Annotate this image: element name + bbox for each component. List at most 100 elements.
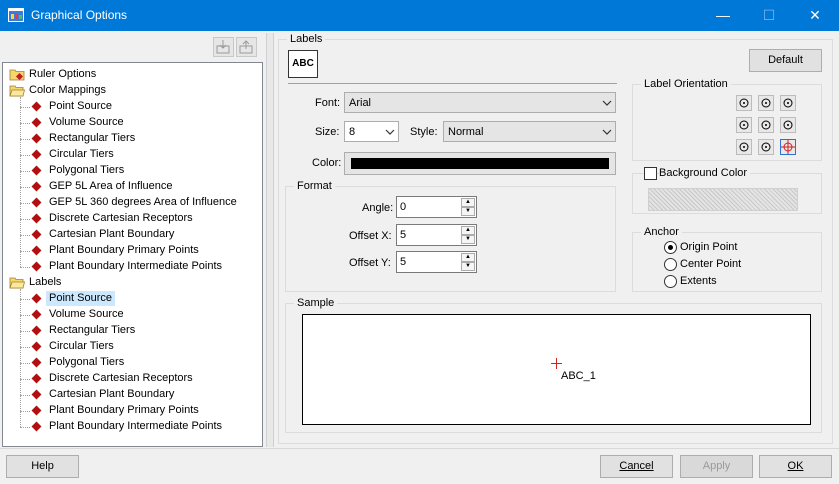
tree-connector	[20, 379, 30, 380]
chevron-down-icon	[602, 100, 612, 106]
tree-leaf-item[interactable]: Volume Source	[46, 115, 127, 130]
diamond-icon	[31, 229, 42, 240]
orientation-middle-left-button[interactable]	[736, 117, 752, 133]
diamond-icon	[31, 421, 42, 432]
sample-group-title: Sample	[294, 296, 338, 310]
apply-button[interactable]: Apply	[680, 455, 753, 478]
diamond-icon	[31, 181, 42, 192]
tree-leaf-item[interactable]: Point Source	[46, 99, 115, 114]
tree-leaf-item[interactable]: Discrete Cartesian Receptors	[46, 371, 196, 386]
tree-folder-item[interactable]: Color Mappings	[26, 83, 109, 98]
diamond-icon	[31, 101, 42, 112]
spin-up-icon[interactable]: ▲	[461, 253, 475, 262]
target-icon	[761, 98, 771, 108]
diamond-icon	[31, 389, 42, 400]
target-icon	[781, 140, 795, 154]
tree-leaf-item[interactable]: Polygonal Tiers	[46, 355, 127, 370]
help-button[interactable]: Help	[6, 455, 79, 478]
offset-x-spinner[interactable]: 5 ▲ ▼	[396, 224, 477, 246]
divider	[288, 83, 617, 84]
import-button[interactable]	[213, 37, 234, 57]
tree-leaf-item[interactable]: Plant Boundary Primary Points	[46, 403, 202, 418]
font-select[interactable]: Arial	[344, 92, 616, 113]
tree-leaf-item[interactable]: Circular Tiers	[46, 339, 117, 354]
close-button[interactable]: ✕	[792, 0, 838, 31]
color-label: Color:	[312, 157, 342, 169]
tree-leaf-item[interactable]: Cartesian Plant Boundary	[46, 387, 177, 402]
orientation-top-center-button[interactable]	[758, 95, 774, 111]
tree-folder-item[interactable]: Ruler Options	[26, 67, 99, 82]
size-select[interactable]: 8	[344, 121, 399, 142]
target-icon	[783, 98, 793, 108]
tree-leaf-item[interactable]: GEP 5L Area of Influence	[46, 179, 176, 194]
diamond-icon	[31, 133, 42, 144]
tree-leaf-item[interactable]: Discrete Cartesian Receptors	[46, 211, 196, 226]
spin-down-icon[interactable]: ▼	[461, 235, 475, 244]
orientation-bottom-left-button[interactable]	[736, 139, 752, 155]
label-preview-icon: ABC	[288, 50, 318, 78]
diamond-icon	[31, 405, 42, 416]
tree-connector	[20, 171, 30, 172]
orientation-top-left-button[interactable]	[736, 95, 752, 111]
orientation-center-button[interactable]	[758, 117, 774, 133]
folder-open-icon	[9, 277, 25, 289]
background-color-swatch	[648, 188, 798, 211]
minimize-button[interactable]: —	[700, 0, 746, 31]
default-button[interactable]: Default	[749, 49, 822, 72]
tree-leaf-item[interactable]: Rectangular Tiers	[46, 131, 138, 146]
tree-toolbar	[2, 33, 263, 61]
angle-spinner[interactable]: 0 ▲ ▼	[396, 196, 477, 218]
target-icon	[739, 98, 749, 108]
anchor-radio[interactable]	[664, 275, 677, 288]
spin-down-icon[interactable]: ▼	[461, 262, 475, 271]
target-icon	[739, 142, 749, 152]
tree-leaf-item[interactable]: Rectangular Tiers	[46, 323, 138, 338]
orientation-middle-right-button[interactable]	[780, 117, 796, 133]
orientation-top-right-button[interactable]	[780, 95, 796, 111]
export-button[interactable]	[236, 37, 257, 57]
target-icon	[761, 120, 771, 130]
spin-up-icon[interactable]: ▲	[461, 226, 475, 235]
options-tree[interactable]: Ruler Options Color Mappings Point Source V…	[2, 62, 263, 447]
tree-connector	[20, 123, 30, 124]
offset-x-label: Offset X:	[349, 230, 392, 242]
tree-leaf-item[interactable]: Plant Boundary Intermediate Points	[46, 259, 225, 274]
tree-leaf-item[interactable]: Point Source	[46, 291, 115, 306]
offset-y-spinner[interactable]: 5 ▲ ▼	[396, 251, 477, 273]
anchor-option-label: Center Point	[680, 258, 742, 270]
orientation-bottom-center-button[interactable]	[758, 139, 774, 155]
style-select[interactable]: Normal	[443, 121, 616, 142]
diamond-icon	[31, 309, 42, 320]
color-swatch	[351, 158, 609, 169]
maximize-button[interactable]: ☐	[746, 0, 792, 31]
app-icon	[8, 8, 24, 22]
tree-folder-item[interactable]: Labels	[26, 275, 64, 290]
tree-connector	[20, 395, 30, 396]
spin-up-icon[interactable]: ▲	[461, 198, 475, 207]
tree-leaf-item[interactable]: GEP 5L 360 degrees Area of Influence	[46, 195, 240, 210]
tree-leaf-item[interactable]: Cartesian Plant Boundary	[46, 227, 177, 242]
tree-leaf-item[interactable]: Plant Boundary Intermediate Points	[46, 419, 225, 434]
format-group-title: Format	[294, 179, 335, 193]
ok-button[interactable]: OK	[759, 455, 832, 478]
target-icon	[739, 120, 749, 130]
window-title: Graphical Options	[31, 8, 128, 22]
anchor-radio[interactable]	[664, 258, 677, 271]
orientation-bottom-right-button[interactable]	[780, 139, 796, 155]
spin-down-icon[interactable]: ▼	[461, 207, 475, 216]
tree-connector	[20, 107, 30, 108]
diamond-icon	[31, 213, 42, 224]
tree-leaf-item[interactable]: Volume Source	[46, 307, 127, 322]
cancel-button[interactable]: Cancel	[600, 455, 673, 478]
tree-leaf-item[interactable]: Plant Boundary Primary Points	[46, 243, 202, 258]
tree-connector	[20, 411, 30, 412]
export-icon	[239, 40, 253, 54]
color-picker[interactable]	[344, 152, 616, 175]
background-color-checkbox[interactable]	[644, 167, 657, 180]
anchor-radio[interactable]	[664, 241, 677, 254]
panel-splitter[interactable]	[266, 33, 274, 447]
tree-leaf-item[interactable]: Circular Tiers	[46, 147, 117, 162]
tree-leaf-item[interactable]: Polygonal Tiers	[46, 163, 127, 178]
anchor-option-label: Extents	[680, 275, 717, 287]
label-orientation-title: Label Orientation	[641, 77, 731, 91]
